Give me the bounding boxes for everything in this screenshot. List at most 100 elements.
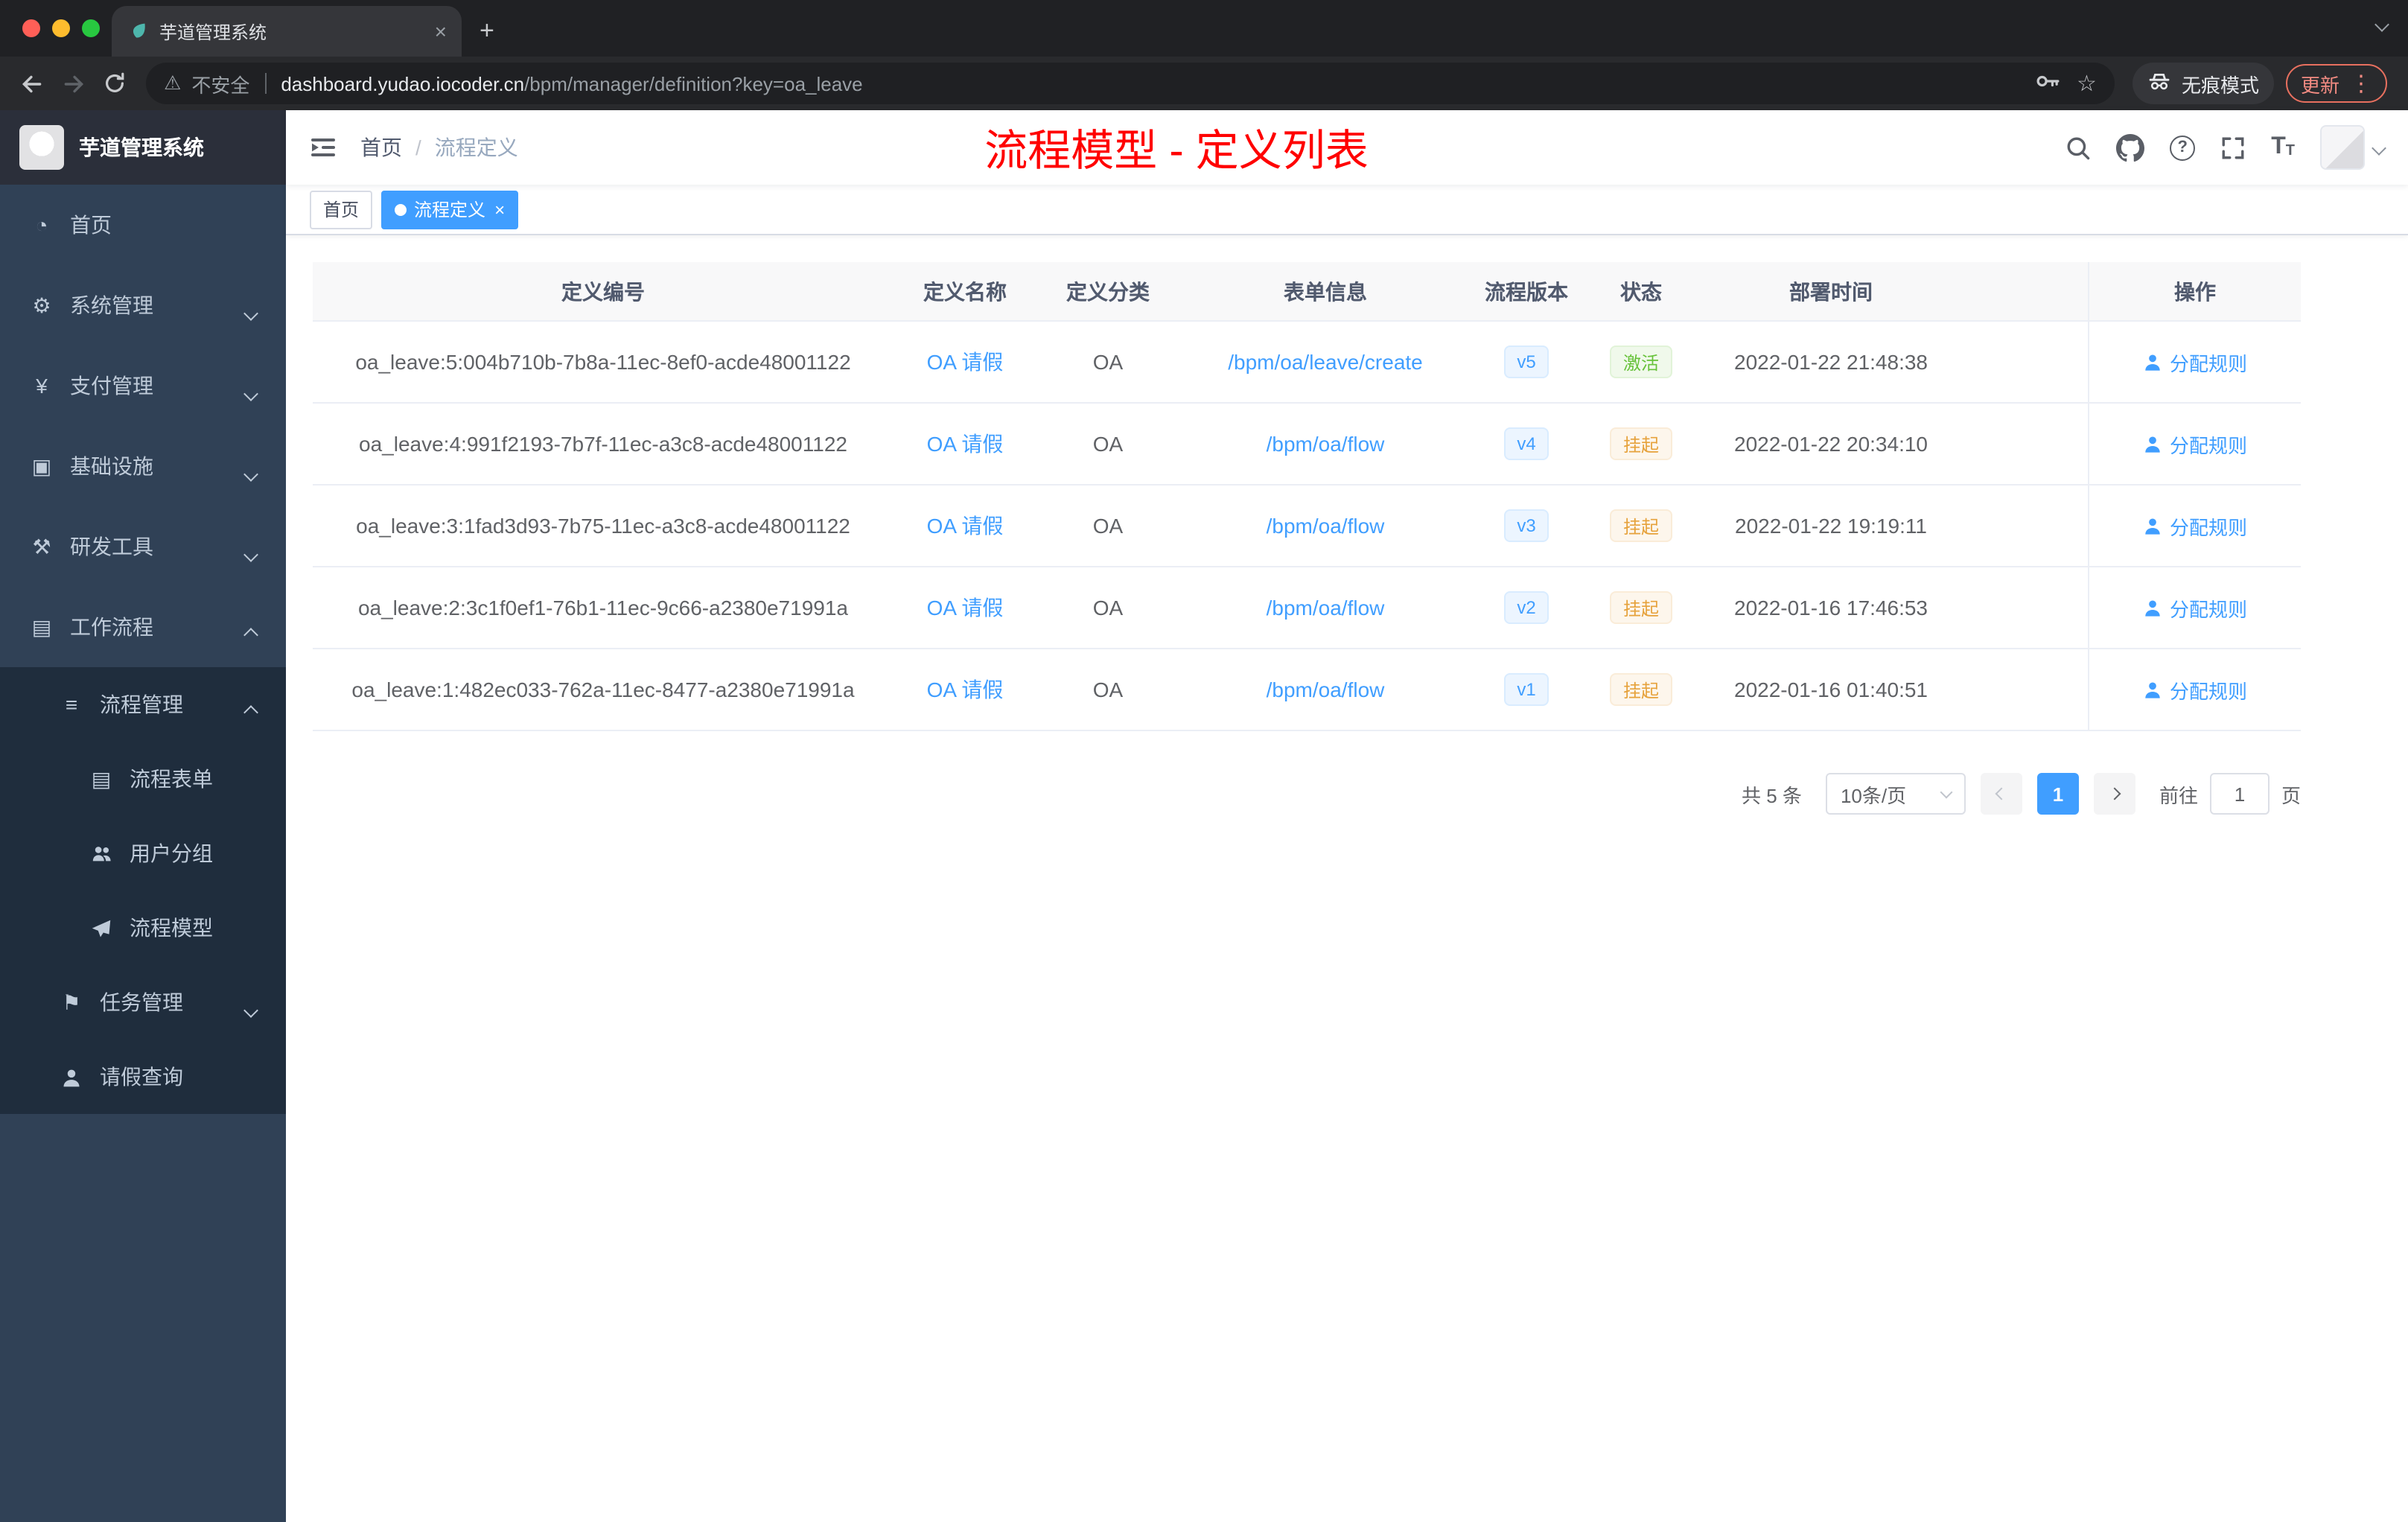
sidebar-item-label: 首页 bbox=[70, 213, 112, 237]
cell-definition-id: oa_leave:4:991f2193-7b7f-11ec-a3c8-acde4… bbox=[359, 432, 847, 456]
search-icon[interactable] bbox=[2065, 135, 2091, 160]
prev-page-button[interactable] bbox=[1980, 773, 2022, 815]
cell-category: OA bbox=[1092, 514, 1124, 538]
sidebar-item-system[interactable]: ⚙ 系统管理 bbox=[0, 265, 286, 346]
form-info-link[interactable]: /bpm/oa/flow bbox=[1267, 596, 1385, 620]
incognito-badge[interactable]: 无痕模式 bbox=[2132, 63, 2274, 104]
pagination: 共 5 条 10条/页 1 前往 页 bbox=[313, 773, 2301, 815]
next-page-button[interactable] bbox=[2093, 773, 2135, 815]
definition-name-link[interactable]: OA 请假 bbox=[927, 511, 1004, 541]
password-key-icon[interactable] bbox=[2033, 69, 2059, 98]
tag-process-definition[interactable]: 流程定义 × bbox=[381, 190, 519, 229]
column-header-time: 部署时间 bbox=[1789, 279, 1873, 303]
assign-rule-link[interactable]: 分配规则 bbox=[2143, 430, 2247, 458]
help-icon[interactable]: ? bbox=[2170, 135, 2196, 160]
fullscreen-icon[interactable] bbox=[2220, 135, 2246, 160]
form-info-link[interactable]: /bpm/oa/leave/create bbox=[1228, 350, 1423, 374]
form-info-link[interactable]: /bpm/oa/flow bbox=[1267, 514, 1385, 538]
sidebar-item-process-form[interactable]: ▤ 流程表单 bbox=[0, 742, 286, 816]
gear-icon: ⚙ bbox=[32, 293, 51, 316]
window-zoom-button[interactable] bbox=[82, 19, 100, 37]
definition-name-link[interactable]: OA 请假 bbox=[927, 675, 1004, 704]
tab-title: 芋道管理系统 bbox=[159, 22, 267, 42]
version-badge: v5 bbox=[1503, 346, 1549, 378]
font-size-icon[interactable]: TT bbox=[2271, 135, 2295, 159]
not-secure-warning-icon: ⚠ bbox=[164, 71, 182, 94]
form-info-link[interactable]: /bpm/oa/flow bbox=[1267, 432, 1385, 456]
definition-name-link[interactable]: OA 请假 bbox=[927, 429, 1004, 459]
tab-close-icon[interactable]: × bbox=[435, 19, 447, 43]
reload-button[interactable] bbox=[95, 64, 134, 103]
tag-label: 流程定义 bbox=[414, 200, 486, 220]
assign-rule-link[interactable]: 分配规则 bbox=[2143, 512, 2247, 540]
status-badge: 挂起 bbox=[1609, 591, 1672, 624]
status-badge: 挂起 bbox=[1609, 509, 1672, 542]
sidebar-item-process-model[interactable]: 流程模型 bbox=[0, 891, 286, 965]
breadcrumb-home-link[interactable]: 首页 bbox=[360, 133, 402, 162]
avatar[interactable] bbox=[2320, 125, 2365, 170]
send-icon bbox=[89, 916, 113, 940]
chevron-down-icon bbox=[243, 996, 258, 1020]
new-tab-button[interactable]: + bbox=[480, 16, 494, 46]
version-badge: v1 bbox=[1503, 673, 1549, 706]
page-size-select[interactable]: 10条/页 bbox=[1825, 773, 1966, 815]
form-info-link[interactable]: /bpm/oa/flow bbox=[1267, 678, 1385, 701]
status-badge: 挂起 bbox=[1609, 673, 1672, 706]
update-label: 更新 bbox=[2300, 74, 2339, 96]
dashboard-icon: ◔ bbox=[35, 213, 48, 237]
sidebar-item-devtools[interactable]: ⚒ 研发工具 bbox=[0, 506, 286, 587]
sidebar-item-user-group[interactable]: 用户分组 bbox=[0, 816, 286, 891]
sidebar-item-label: 流程表单 bbox=[130, 767, 213, 791]
chevron-down-icon bbox=[243, 380, 258, 404]
sidebar-item-task-management[interactable]: ⚑ 任务管理 bbox=[0, 965, 286, 1039]
chevron-up-icon bbox=[243, 698, 258, 722]
assign-rule-link[interactable]: 分配规则 bbox=[2143, 593, 2247, 622]
sidebar-collapse-button[interactable] bbox=[310, 136, 337, 159]
sidebar-item-leave-query[interactable]: 请假查询 bbox=[0, 1039, 286, 1114]
sidebar-item-workflow[interactable]: ▤ 工作流程 bbox=[0, 587, 286, 667]
workflow-icon: ▤ bbox=[31, 614, 52, 638]
goto-page-input[interactable] bbox=[2209, 773, 2270, 815]
user-menu[interactable] bbox=[2320, 125, 2386, 170]
definition-name-link[interactable]: OA 请假 bbox=[927, 347, 1004, 377]
sidebar-item-process-management[interactable]: ≡ 流程管理 bbox=[0, 667, 286, 742]
user-group-icon bbox=[89, 841, 113, 866]
browser-tab[interactable]: 芋道管理系统 × bbox=[112, 6, 462, 57]
sidebar-item-payment[interactable]: ¥ 支付管理 bbox=[0, 346, 286, 426]
screen: 芋道管理系统 × + ⚠ 不安全 dashboard.yudao.iocoder… bbox=[0, 0, 2408, 1522]
forward-button[interactable] bbox=[54, 64, 92, 103]
sidebar-item-label: 基础设施 bbox=[70, 454, 153, 478]
sidebar-item-label: 请假查询 bbox=[100, 1065, 183, 1089]
not-secure-label: 不安全 bbox=[191, 74, 250, 96]
sidebar-item-home[interactable]: ◔ 首页 bbox=[0, 185, 286, 265]
address-bar[interactable]: ⚠ 不安全 dashboard.yudao.iocoder.cn/bpm/man… bbox=[146, 63, 2115, 104]
browser-update-button[interactable]: 更新 ⋮ bbox=[2285, 64, 2387, 103]
assign-rule-link[interactable]: 分配规则 bbox=[2143, 348, 2247, 376]
chevron-down-icon bbox=[243, 299, 258, 323]
sidebar-item-label: 支付管理 bbox=[70, 374, 153, 398]
window-minimize-button[interactable] bbox=[52, 19, 70, 37]
table-row: oa_leave:1:482ec033-762a-11ec-8477-a2380… bbox=[313, 649, 2301, 731]
chevron-down-icon bbox=[243, 460, 258, 484]
app-navbar: 首页 / 流程定义 流程模型 - 定义列表 ? T T bbox=[286, 110, 2408, 185]
github-icon[interactable] bbox=[2116, 133, 2145, 162]
definition-name-link[interactable]: OA 请假 bbox=[927, 593, 1004, 623]
url-text: dashboard.yudao.iocoder.cn/bpm/manager/d… bbox=[281, 72, 862, 95]
browser-menu-kebab-icon[interactable]: ⋮ bbox=[2350, 70, 2372, 97]
assign-rule-link[interactable]: 分配规则 bbox=[2143, 675, 2247, 704]
back-button[interactable] bbox=[12, 64, 51, 103]
tab-search-icon[interactable] bbox=[2374, 10, 2389, 37]
tag-home[interactable]: 首页 bbox=[310, 190, 373, 229]
tag-close-icon[interactable]: × bbox=[494, 199, 505, 220]
status-badge: 挂起 bbox=[1609, 427, 1672, 460]
app-logo-avatar bbox=[19, 125, 64, 170]
breadcrumb: 首页 / 流程定义 bbox=[360, 133, 518, 162]
table-row: oa_leave:5:004b710b-7b8a-11ec-8ef0-acde4… bbox=[313, 322, 2301, 404]
page-content: 定义编号 定义名称 定义分类 表单信息 流程版本 状态 部署时间 操作 oa_l… bbox=[286, 235, 2408, 1522]
window-close-button[interactable] bbox=[22, 19, 40, 37]
cell-definition-id: oa_leave:2:3c1f0ef1-76b1-11ec-9c66-a2380… bbox=[357, 596, 848, 620]
sidebar-item-infrastructure[interactable]: ▣ 基础设施 bbox=[0, 426, 286, 506]
infrastructure-icon: ▣ bbox=[31, 453, 52, 477]
bookmark-star-icon[interactable]: ☆ bbox=[2077, 70, 2097, 97]
page-number-button[interactable]: 1 bbox=[2036, 773, 2079, 815]
